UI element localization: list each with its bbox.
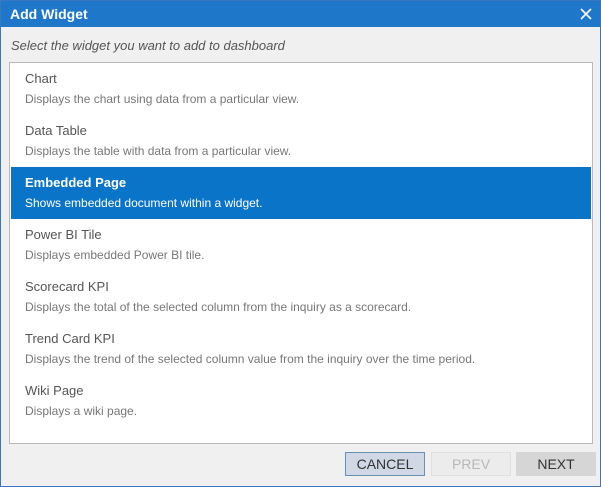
widget-item-scorecard-kpi[interactable]: Scorecard KPI Displays the total of the … xyxy=(11,271,591,323)
widget-name: Scorecard KPI xyxy=(25,279,109,294)
widget-name: Chart xyxy=(25,71,57,86)
instruction-text: Select the widget you want to add to das… xyxy=(11,38,285,53)
cancel-button[interactable]: CANCEL xyxy=(345,452,425,476)
widget-item-wiki-page[interactable]: Wiki Page Displays a wiki page. xyxy=(11,375,591,427)
widget-name: Wiki Page xyxy=(25,383,84,398)
widget-item-power-bi-tile[interactable]: Power BI Tile Displays embedded Power BI… xyxy=(11,219,591,271)
widget-description: Displays the chart using data from a par… xyxy=(25,92,300,106)
widget-description: Displays a wiki page. xyxy=(25,404,138,418)
widget-name: Data Table xyxy=(25,123,87,138)
widget-item-chart[interactable]: Chart Displays the chart using data from… xyxy=(11,63,591,115)
next-button[interactable]: NEXT xyxy=(516,452,596,476)
close-icon[interactable] xyxy=(578,6,594,22)
widget-item-trend-card-kpi[interactable]: Trend Card KPI Displays the trend of the… xyxy=(11,323,591,375)
widget-name: Trend Card KPI xyxy=(25,331,115,346)
widget-list: Chart Displays the chart using data from… xyxy=(9,62,593,444)
add-widget-dialog: Add Widget Select the widget you want to… xyxy=(0,0,601,487)
dialog-title: Add Widget xyxy=(10,6,88,22)
widget-description: Displays the table with data from a part… xyxy=(25,144,292,158)
widget-name: Embedded Page xyxy=(25,175,127,190)
widget-description: Displays the total of the selected colum… xyxy=(25,300,412,314)
prev-button[interactable]: PREV xyxy=(431,452,511,476)
widget-item-embedded-page[interactable]: Embedded Page Shows embedded document wi… xyxy=(11,167,591,219)
widget-name: Power BI Tile xyxy=(25,227,102,242)
widget-description: Shows embedded document within a widget. xyxy=(25,196,263,210)
widget-description: Displays the trend of the selected colum… xyxy=(25,352,476,366)
widget-description: Displays embedded Power BI tile. xyxy=(25,248,205,262)
widget-item-data-table[interactable]: Data Table Displays the table with data … xyxy=(11,115,591,167)
dialog-titlebar: Add Widget xyxy=(1,1,600,27)
